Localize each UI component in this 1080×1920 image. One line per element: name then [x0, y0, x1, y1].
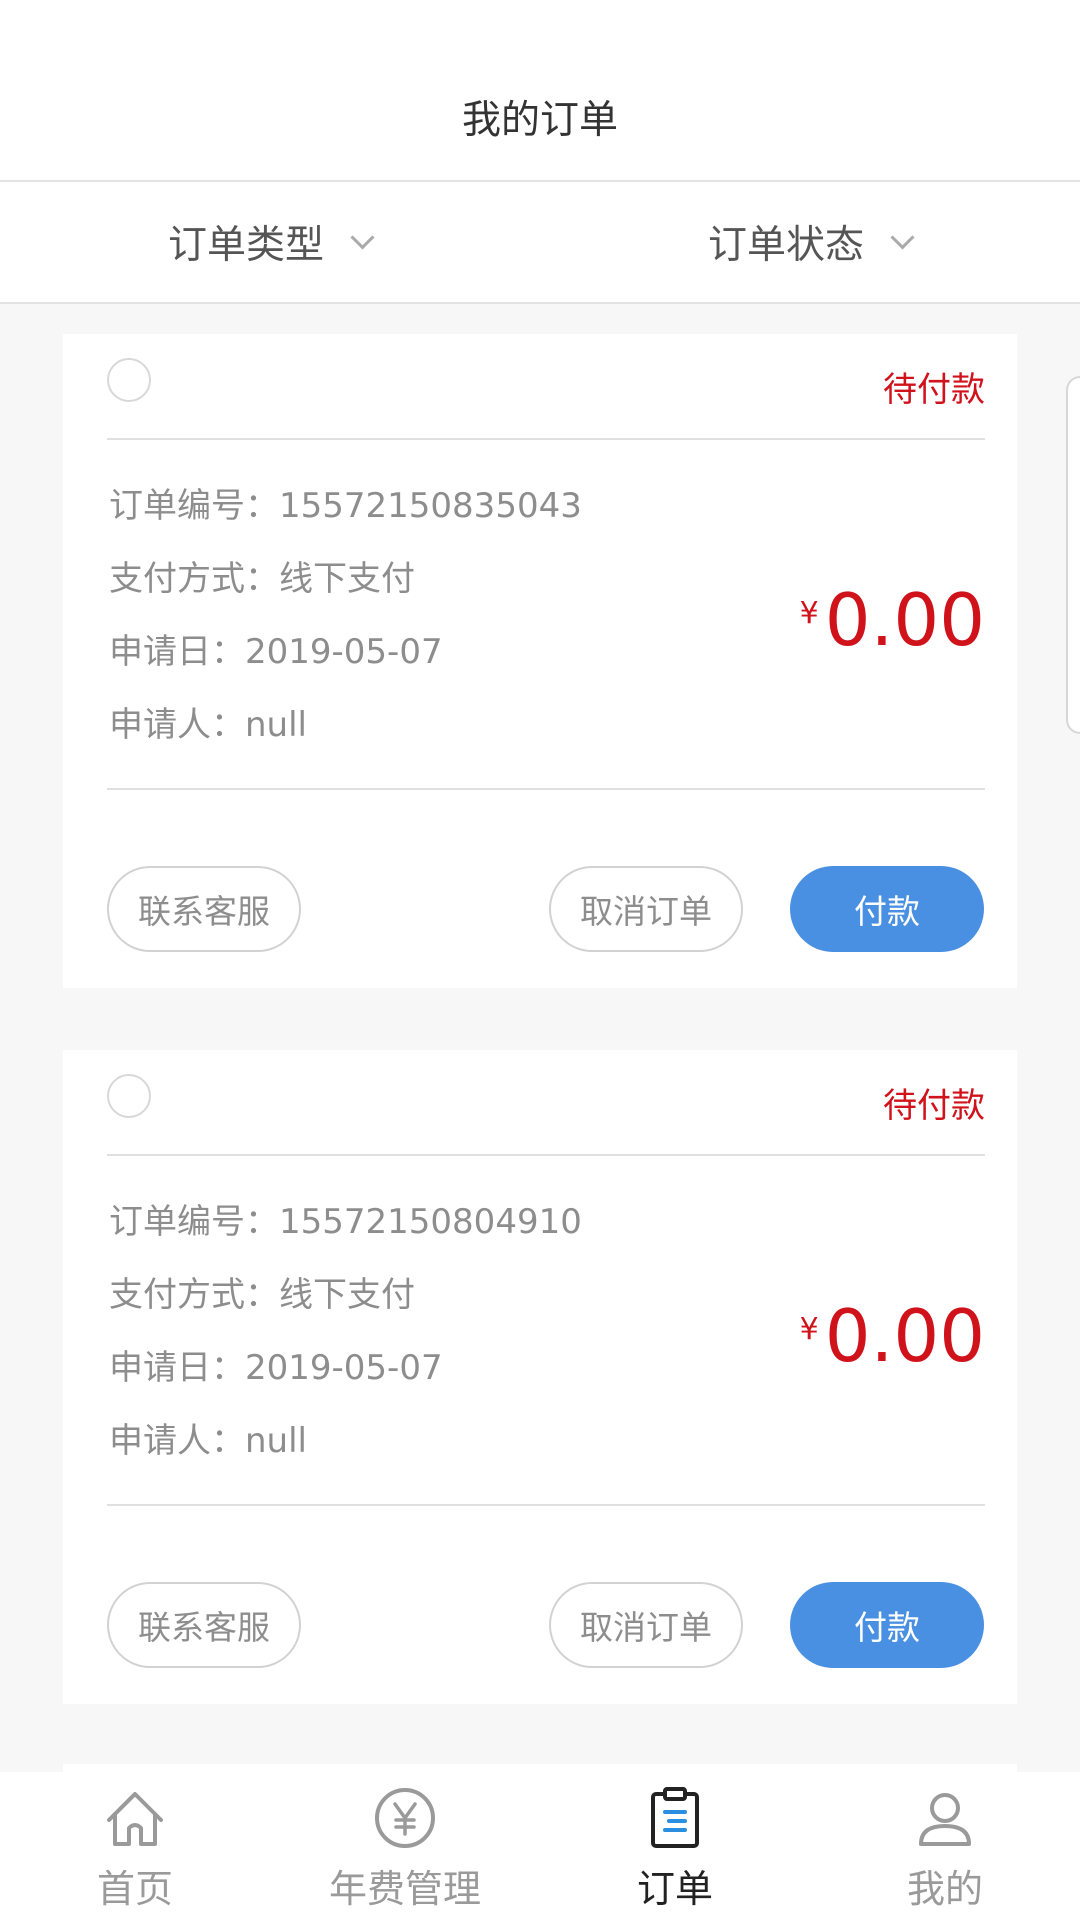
divider: [107, 438, 985, 440]
apply-date: 申请日：2019-05-07: [109, 1348, 443, 1388]
price-amount: 0.00: [824, 1294, 985, 1378]
divider: [107, 1154, 985, 1156]
select-order-radio[interactable]: [107, 358, 151, 402]
tab-label: 订单: [636, 1867, 713, 1911]
chevron-down-icon: [890, 224, 915, 250]
tab-orders[interactable]: 订单: [540, 1772, 810, 1920]
yen-circle-icon: [375, 1788, 435, 1848]
clipboard-icon: [651, 1787, 699, 1848]
side-drawer-handle[interactable]: [1066, 376, 1080, 734]
order-type-label: 订单类型: [168, 223, 325, 268]
tab-label: 我的: [906, 1867, 983, 1911]
order-status-badge: 待付款: [883, 370, 985, 410]
order-status-filter[interactable]: 订单状态: [708, 182, 915, 302]
home-icon: [107, 1792, 163, 1846]
order-type-filter[interactable]: 订单类型: [168, 182, 375, 302]
cancel-order-button[interactable]: 取消订单: [549, 1582, 743, 1668]
cancel-order-button[interactable]: 取消订单: [549, 866, 743, 952]
order-number: 订单编号：15572150835043: [109, 486, 582, 526]
price-amount: 0.00: [824, 578, 985, 662]
order-card: 待付款 订单编号：15572150804910 支付方式：线下支付 申请日：20…: [63, 1050, 1017, 1704]
tab-annual-fee[interactable]: 年费管理: [270, 1772, 540, 1920]
pay-button[interactable]: 付款: [790, 1582, 984, 1668]
orders-page: 我的订单 订单类型 订单状态 待付款 订单编号：15572150835043 支…: [0, 0, 1080, 1920]
divider: [107, 788, 985, 790]
currency-symbol: ¥: [799, 596, 819, 631]
bottom-tab-bar: 首页 年费管理 订单 我的: [0, 1772, 1080, 1920]
pay-button[interactable]: 付款: [790, 866, 984, 952]
applicant: 申请人：null: [109, 1421, 307, 1461]
page-title: 我的订单: [461, 98, 618, 143]
order-price: ¥0.00: [800, 574, 985, 680]
currency-symbol: ¥: [799, 1312, 819, 1347]
tab-mine[interactable]: 我的: [810, 1772, 1080, 1920]
filter-bar: 订单类型 订单状态: [0, 182, 1080, 304]
payment-method: 支付方式：线下支付: [109, 559, 415, 599]
apply-date: 申请日：2019-05-07: [109, 632, 443, 672]
contact-service-button[interactable]: 联系客服: [107, 1582, 301, 1668]
payment-method: 支付方式：线下支付: [109, 1275, 415, 1315]
page-header: 我的订单: [0, 0, 1080, 182]
select-order-radio[interactable]: [107, 1074, 151, 1118]
order-status-label: 订单状态: [708, 223, 865, 268]
divider: [107, 1504, 985, 1506]
order-number: 订单编号：15572150804910: [109, 1202, 582, 1242]
tab-label: 首页: [96, 1867, 173, 1911]
order-price: ¥0.00: [800, 1290, 985, 1396]
user-icon: [919, 1793, 971, 1846]
contact-service-button[interactable]: 联系客服: [107, 866, 301, 952]
tab-home[interactable]: 首页: [0, 1772, 270, 1920]
chevron-down-icon: [350, 224, 375, 250]
applicant: 申请人：null: [109, 705, 307, 745]
tab-label: 年费管理: [328, 1867, 481, 1911]
order-card: 待付款 订单编号：15572150835043 支付方式：线下支付 申请日：20…: [63, 334, 1017, 988]
order-status-badge: 待付款: [883, 1086, 985, 1126]
